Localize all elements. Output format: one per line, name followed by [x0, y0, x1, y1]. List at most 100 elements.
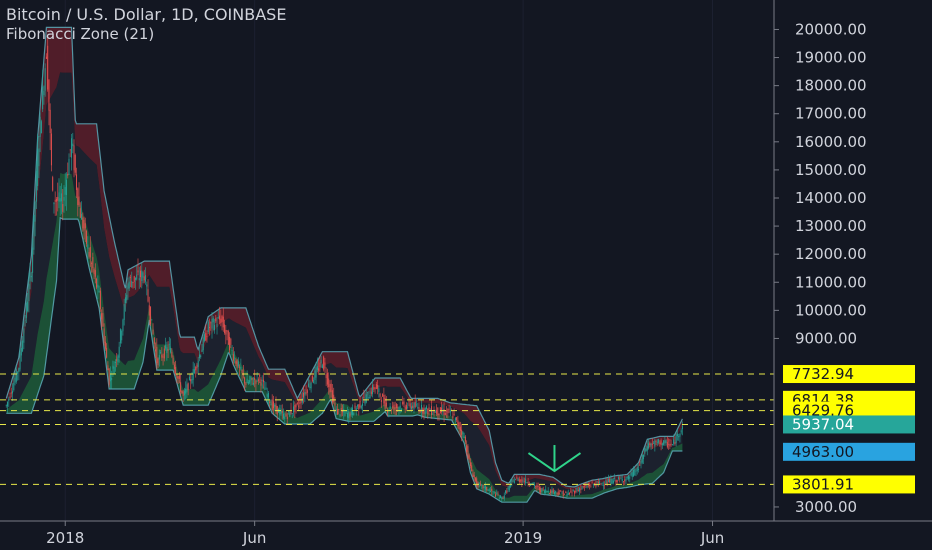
candle-body: [372, 384, 374, 394]
candle-body: [71, 138, 73, 158]
candle-body: [156, 346, 158, 364]
candle-body: [42, 86, 44, 110]
candle-body: [236, 359, 238, 368]
candle-body: [183, 390, 185, 396]
candle-body: [20, 348, 22, 356]
candle-body: [305, 392, 307, 394]
y-tick-label: 9000.00: [795, 329, 857, 347]
candle-body: [10, 392, 12, 394]
candle-body: [454, 417, 456, 421]
candle-body: [627, 475, 629, 480]
candle-body: [257, 379, 259, 382]
candle-body: [262, 379, 264, 383]
candle-body: [9, 396, 11, 399]
candle-body: [137, 270, 139, 273]
candle-body: [195, 367, 197, 371]
candle-body: [48, 79, 50, 111]
candle-body: [661, 443, 663, 446]
candle-body: [556, 492, 558, 494]
candle-body: [23, 328, 25, 343]
candle-body: [442, 411, 444, 413]
candle-body: [245, 383, 247, 385]
indicator-title: Fibonacci Zone (21): [6, 25, 155, 43]
arrow-down-icon: [527, 445, 582, 473]
candle-body: [281, 410, 283, 413]
candle-body: [482, 484, 484, 489]
candle-body: [525, 478, 527, 484]
candle-body: [511, 480, 513, 483]
candle-body: [357, 404, 359, 407]
candle-body: [378, 388, 380, 393]
candle-body: [626, 476, 628, 479]
candle-body: [557, 491, 559, 495]
candle-body: [562, 490, 564, 496]
level-price-label: 5937.04: [792, 415, 854, 433]
candle-body: [546, 491, 548, 492]
time-axis-panel: [0, 521, 932, 550]
candle-body: [254, 377, 256, 380]
candle-body: [295, 403, 297, 408]
y-tick-label: 3000.00: [795, 498, 857, 516]
candle-body: [619, 478, 621, 480]
fibonacci-zone: [5, 26, 683, 503]
candle-body: [313, 379, 315, 383]
candle-body: [464, 436, 466, 442]
candle-body: [443, 409, 445, 416]
candle-body: [101, 313, 103, 320]
candle-body: [427, 408, 429, 414]
candle-body: [311, 376, 313, 382]
candle-body: [235, 361, 237, 364]
candle-body: [473, 475, 475, 478]
candle-body: [402, 402, 404, 404]
candle-body: [606, 481, 608, 484]
candle-body: [453, 413, 455, 416]
candle-body: [496, 492, 498, 494]
candle-body: [569, 492, 571, 495]
candle-body: [139, 270, 141, 278]
candle-body: [436, 409, 438, 414]
candle-body: [15, 369, 17, 382]
candle-body: [551, 490, 553, 494]
candle-body: [267, 392, 269, 398]
candle-body: [25, 302, 27, 319]
candle-body: [654, 440, 656, 447]
candle-body: [523, 481, 525, 483]
candle-body: [601, 482, 603, 484]
price-chart[interactable]: 3000.00 9000.00 10000.00 11000.00 12000.00 13…: [0, 0, 932, 550]
candle-body: [497, 494, 499, 496]
candle-body: [655, 440, 657, 442]
candle-body: [219, 315, 221, 320]
candle-body: [469, 462, 471, 467]
candle-body: [617, 477, 619, 480]
candle-body: [358, 404, 360, 410]
candle-body: [468, 455, 470, 460]
candle-body: [78, 196, 80, 206]
candle-body: [131, 281, 133, 288]
candle-body: [227, 330, 229, 345]
candle-body: [147, 289, 149, 302]
candle-body: [206, 336, 208, 337]
candle-body: [310, 382, 312, 389]
candle-body: [113, 366, 115, 374]
candle-body: [500, 495, 502, 498]
candle-body: [555, 490, 557, 494]
candle-body: [39, 116, 41, 138]
candle-body: [271, 399, 273, 411]
candle-body: [261, 380, 263, 381]
candle-body: [334, 402, 336, 406]
x-tick-label: 2019: [504, 529, 542, 547]
candle-body: [320, 360, 322, 364]
candle-body: [659, 442, 661, 444]
candle-body: [89, 247, 91, 258]
candle-body: [493, 492, 495, 493]
candle-body: [385, 402, 387, 407]
candle-body: [22, 340, 24, 352]
candle-body: [161, 354, 163, 358]
candle-body: [328, 378, 330, 388]
candle-body: [477, 482, 479, 488]
candle-body: [675, 434, 677, 444]
candle-body: [367, 391, 369, 393]
candle-body: [634, 469, 636, 476]
candle-body: [377, 385, 379, 389]
candle-body: [413, 402, 415, 410]
